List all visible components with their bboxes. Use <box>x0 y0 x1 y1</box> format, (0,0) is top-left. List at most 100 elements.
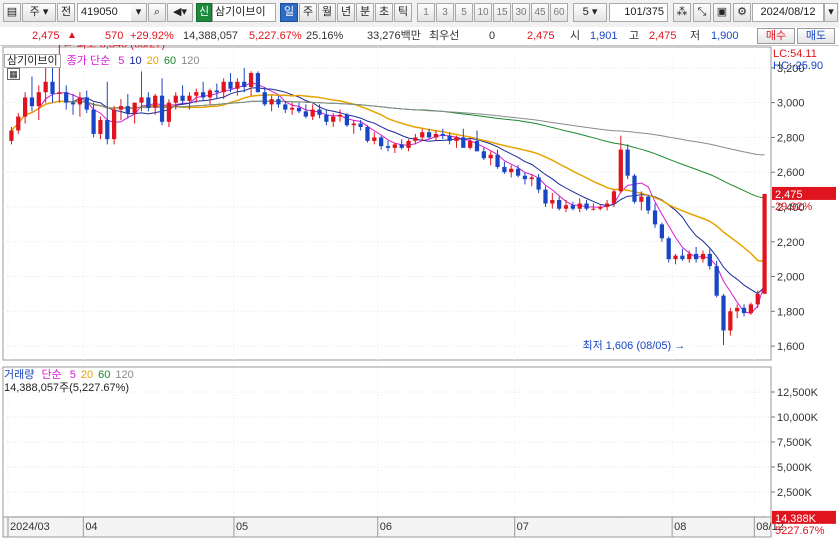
market-button[interactable]: 전 <box>57 3 75 22</box>
gear-icon[interactable]: ⚙ <box>733 3 751 22</box>
candle-body <box>344 114 350 126</box>
candle-body <box>563 205 569 209</box>
period-4[interactable]: 분 <box>356 3 374 22</box>
stock-name: 삼기이브이 <box>215 6 266 18</box>
candle-body <box>290 107 295 110</box>
candle-body <box>700 253 706 260</box>
candle-body <box>262 92 267 105</box>
buy-button[interactable]: 매수 <box>757 28 795 44</box>
candle-body <box>317 109 322 115</box>
new-listing-badge: 신 <box>196 3 212 22</box>
last-volume-label: 14,388K <box>775 513 817 525</box>
candle-body <box>296 107 302 112</box>
interval-4[interactable]: 15 <box>493 3 511 22</box>
period-2[interactable]: 월 <box>318 3 336 22</box>
candle-body <box>741 307 747 314</box>
candle-body <box>269 99 274 105</box>
candle-body <box>515 168 521 176</box>
grid-icon[interactable]: ⁂ <box>673 3 691 22</box>
candle-body <box>221 81 226 93</box>
candle-body <box>625 149 630 176</box>
best-value: 0 <box>489 30 496 42</box>
candle-body <box>748 304 754 314</box>
candle-body <box>611 191 617 204</box>
candle-body <box>646 196 651 211</box>
date-value: 2024/08/12 <box>760 6 816 18</box>
calendar-icon[interactable]: ▾ <box>824 3 838 22</box>
interval-1[interactable]: 3 <box>436 3 454 22</box>
candle-body <box>276 99 281 105</box>
candle-body <box>659 224 664 239</box>
candle-body <box>118 106 124 110</box>
interval-2[interactable]: 5 <box>455 3 473 22</box>
toolbar: ▤ 주 ▾ 전 419050 ▾ ⌕ ◀▾ 신 삼기이브이 일주월년분초틱 13… <box>0 0 839 28</box>
candle-body <box>536 177 541 190</box>
search-icon[interactable]: ⌕ <box>148 3 166 22</box>
price-tick-label: 3,000 <box>777 98 805 110</box>
date-tick-label: 04 <box>85 521 97 533</box>
candle-body <box>36 92 41 107</box>
interval-6[interactable]: 45 <box>531 3 549 22</box>
indicator-icon[interactable]: ⤡ <box>693 3 711 22</box>
candle-body <box>105 120 110 140</box>
candle-body <box>502 166 507 173</box>
period-5[interactable]: 초 <box>375 3 393 22</box>
candle-body <box>687 253 692 260</box>
price-tick-label: 1,600 <box>777 341 805 353</box>
calculator-icon[interactable]: ▦ <box>7 68 20 80</box>
candle-body <box>112 109 117 140</box>
candle-body <box>187 95 192 101</box>
sell-button[interactable]: 매도 <box>797 28 835 44</box>
chart-frame <box>2 46 772 538</box>
candle-body <box>666 238 671 260</box>
candle-body <box>420 132 425 138</box>
legend-ma-title: 종가 단순 <box>66 55 111 67</box>
period-1[interactable]: 주 <box>299 3 317 22</box>
price-tick-label: 2,000 <box>777 272 805 284</box>
candle-body <box>714 266 719 296</box>
page-counter: 101/375 <box>609 3 668 22</box>
candle-body <box>639 196 644 202</box>
candle-body <box>324 114 329 122</box>
candle-body <box>399 144 404 148</box>
interval-7[interactable]: 60 <box>550 3 568 22</box>
hc-label: HC:-25.90 <box>773 60 823 72</box>
candle-body <box>447 135 452 141</box>
volume-tick-label: 12,500K <box>777 387 819 399</box>
candle-body <box>57 92 62 94</box>
interval-3[interactable]: 10 <box>474 3 492 22</box>
volume-tick-label: 7,500K <box>777 437 813 449</box>
candle-body <box>584 203 589 209</box>
max-label: ← 최고 3,340 (03/27) <box>62 45 165 51</box>
candle-body <box>84 97 89 110</box>
period-0[interactable]: 일 <box>280 3 298 22</box>
candle-body <box>64 92 69 103</box>
price-tick-label: 1,800 <box>777 306 805 318</box>
legend-stock[interactable]: 삼기이브이 <box>4 54 61 68</box>
volume-tick-label: 5,000K <box>777 462 813 474</box>
candle-body <box>673 255 678 260</box>
high-price: 2,475 <box>649 30 677 42</box>
candle-body <box>248 73 254 87</box>
menu-select[interactable]: 주 ▾ <box>22 3 56 22</box>
date-tick-label: 2024/03 <box>10 521 50 533</box>
interval-5[interactable]: 30 <box>512 3 530 22</box>
interval-0[interactable]: 1 <box>417 3 435 22</box>
period-3[interactable]: 년 <box>337 3 355 22</box>
period-6[interactable]: 틱 <box>394 3 412 22</box>
candle-body <box>255 73 261 93</box>
last-volume-rate-label: 5227.67% <box>775 525 825 537</box>
last-rate-label: 29.92% <box>775 201 813 213</box>
min-label: 최저 1,606 (08/05) → <box>582 339 685 352</box>
count-select[interactable]: 5 ▾ <box>573 3 607 22</box>
candle-body <box>433 133 439 138</box>
page-counter-value: 101 <box>624 6 643 18</box>
sound-icon[interactable]: ◀▾ <box>167 3 193 22</box>
candle-body <box>529 177 534 180</box>
candle-body <box>159 95 165 122</box>
code-dropdown-icon[interactable]: ▾ <box>131 3 147 22</box>
layout-icon[interactable]: ▤ <box>3 3 21 22</box>
date-field[interactable]: 2024/08/12 <box>752 3 824 22</box>
save-icon[interactable]: ▣ <box>713 3 731 22</box>
price-volume-chart[interactable]: 1,6001,8002,0002,2002,4002,6002,8003,000… <box>0 45 839 540</box>
